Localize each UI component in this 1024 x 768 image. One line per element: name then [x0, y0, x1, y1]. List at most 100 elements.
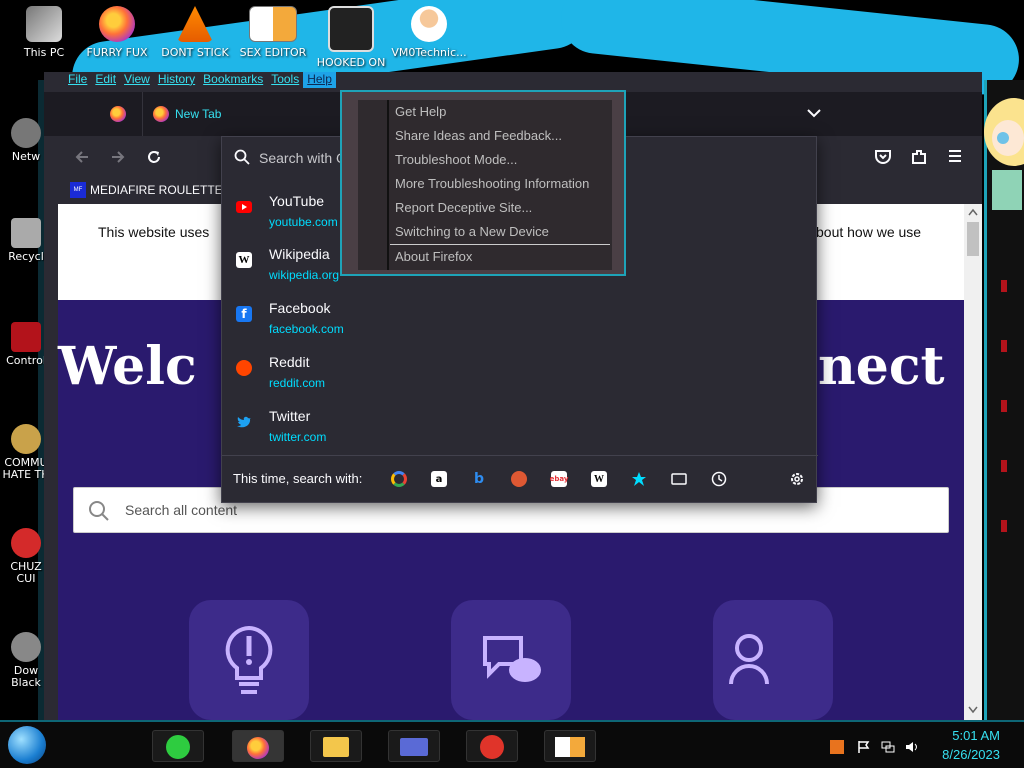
scroll-up-arrow-icon[interactable] — [968, 208, 978, 216]
menu-bookmarks[interactable]: Bookmarks — [199, 72, 267, 88]
back-arrow-icon[interactable] — [74, 149, 90, 165]
suggestion-twitter[interactable]: Twitter twitter.com — [222, 402, 818, 456]
cookie-text-right: bout how we use — [816, 224, 922, 240]
desktop-icon-furry-fux[interactable]: FURRY FUX — [77, 6, 157, 59]
tray-app-icon[interactable] — [830, 740, 844, 754]
user-icon — [729, 634, 769, 685]
help-item-get-help[interactable]: Get Help — [395, 104, 446, 119]
suggestion-reddit[interactable]: Reddit reddit.com — [222, 348, 818, 402]
control-panel-icon — [11, 322, 41, 352]
this-pc-icon — [26, 6, 62, 42]
suggestion-title: Wikipedia — [269, 246, 330, 262]
ebay-icon[interactable]: ebay — [550, 471, 568, 487]
feature-card-user[interactable] — [713, 600, 833, 720]
google-icon[interactable] — [391, 471, 407, 487]
page-search-placeholder: Search all content — [125, 502, 238, 518]
reload-icon[interactable] — [146, 149, 162, 165]
taskbar-app-hxd[interactable] — [544, 730, 596, 762]
menu-file[interactable]: File — [64, 72, 91, 88]
desktop-icon-sex-editor[interactable]: SEX EDITOR — [233, 6, 313, 59]
scrollbar-thumb[interactable] — [967, 222, 979, 256]
forward-arrow-icon[interactable] — [110, 149, 126, 165]
feature-card-chat[interactable] — [451, 600, 571, 720]
desktop-icon-control[interactable]: Control — [2, 322, 50, 367]
suggestion-title: Facebook — [269, 300, 331, 316]
action-center-flag-icon[interactable] — [857, 740, 871, 754]
suggestion-url: youtube.com — [269, 215, 338, 229]
lightbulb-icon — [225, 625, 273, 694]
character-sticker-top-right — [984, 98, 1024, 210]
desktop-icon-download[interactable]: Dow Black — [2, 632, 50, 689]
help-item-share-ideas[interactable]: Share Ideas and Feedback... — [395, 128, 562, 143]
suggestion-title: Reddit — [269, 354, 310, 370]
taskbar-app-notes[interactable] — [152, 730, 204, 762]
suggestion-url: reddit.com — [269, 376, 326, 390]
desktop-icon-chuz[interactable]: CHUZ CUI — [2, 528, 50, 585]
feature-card-idea[interactable] — [189, 600, 309, 720]
tab-label: New Tab — [175, 107, 222, 121]
desktop-icon-vm0technic[interactable]: VM0Technic... — [389, 6, 469, 59]
desktop-icon-hooked-on[interactable]: HOOKED ON — [311, 6, 391, 69]
search-settings-gear-icon[interactable] — [789, 471, 805, 487]
suggestion-title: Twitter — [269, 408, 311, 424]
menu-edit[interactable]: Edit — [91, 72, 120, 88]
bookmarks-star-icon[interactable] — [631, 471, 647, 487]
history-clock-icon[interactable] — [711, 471, 727, 487]
duckduckgo-icon[interactable] — [511, 471, 527, 487]
desktop-icon-dont-stick[interactable]: DONT STICK — [155, 6, 235, 59]
vlc-icon — [177, 6, 213, 42]
money-bag-icon — [11, 424, 41, 454]
one-off-search-engines: This time, search with: a b ebay W — [222, 455, 818, 503]
bookmark-label: MEDIAFIRE ROULETTER — [90, 183, 232, 197]
tabs-icon[interactable] — [671, 471, 687, 487]
list-all-tabs-chevron-icon[interactable] — [807, 108, 821, 118]
welcome-heading-right: nect — [818, 336, 945, 397]
tab-new-tab[interactable]: New Tab — [142, 92, 372, 136]
desktop-icon-commu[interactable]: COMMU HATE TH — [2, 424, 50, 481]
system-clock[interactable]: 5:01 AM 8/26/2023 — [942, 726, 1000, 764]
help-item-about-firefox[interactable]: About Firefox — [395, 249, 472, 264]
start-button-orb-icon[interactable] — [8, 726, 46, 764]
amazon-icon[interactable]: a — [431, 471, 447, 487]
desktop-icon-network[interactable]: Netw — [2, 118, 50, 163]
pocket-icon[interactable] — [874, 148, 892, 166]
bookmark-mediafire[interactable]: MF MEDIAFIRE ROULETTER — [70, 182, 231, 198]
clock-time: 5:01 AM — [952, 728, 1000, 743]
taskbar-app-panel[interactable] — [388, 730, 440, 762]
hamburger-menu-icon[interactable] — [948, 149, 962, 163]
suggestion-facebook[interactable]: f Facebook facebook.com — [222, 294, 818, 348]
menu-history[interactable]: History — [154, 72, 199, 88]
network-icon[interactable] — [881, 740, 895, 754]
search-icon — [234, 149, 250, 165]
wikipedia-icon[interactable]: W — [591, 471, 607, 487]
taskbar-app-firefox[interactable] — [232, 730, 284, 762]
suggestion-url: wikipedia.org — [269, 268, 340, 282]
network-icon — [11, 118, 41, 148]
welcome-heading-left: Welc — [58, 336, 197, 397]
help-item-switching-device[interactable]: Switching to a New Device — [395, 224, 549, 239]
volume-icon[interactable] — [905, 740, 919, 754]
extensions-puzzle-icon[interactable] — [910, 148, 928, 166]
menu-tools[interactable]: Tools — [267, 72, 303, 88]
menu-view[interactable]: View — [120, 72, 154, 88]
firefox-tab-icon — [153, 106, 169, 122]
scroll-down-arrow-icon[interactable] — [968, 706, 978, 714]
taskbar-app-file-explorer[interactable] — [310, 730, 362, 762]
taskbar-app-p[interactable] — [466, 730, 518, 762]
wikipedia-icon: W — [236, 252, 252, 268]
desktop-icon-this-pc[interactable]: This PC — [4, 6, 84, 59]
help-item-report-deceptive[interactable]: Report Deceptive Site... — [395, 200, 532, 215]
mediafire-icon: MF — [70, 182, 86, 198]
page-scrollbar[interactable] — [964, 204, 982, 720]
character-icon — [11, 528, 41, 558]
help-item-troubleshoot-mode[interactable]: Troubleshoot Mode... — [395, 152, 517, 167]
suggestion-title: YouTube — [269, 193, 325, 209]
desktop-icon-recycle[interactable]: Recycl — [2, 218, 50, 263]
firefox-view-button[interactable] — [110, 106, 126, 122]
bing-icon[interactable]: b — [471, 471, 487, 487]
hxd-icon — [249, 6, 297, 42]
help-item-more-troubleshooting[interactable]: More Troubleshooting Information — [395, 176, 589, 191]
game-icon — [328, 6, 374, 52]
menu-help[interactable]: Help — [303, 72, 336, 88]
folder-icon — [323, 737, 349, 757]
